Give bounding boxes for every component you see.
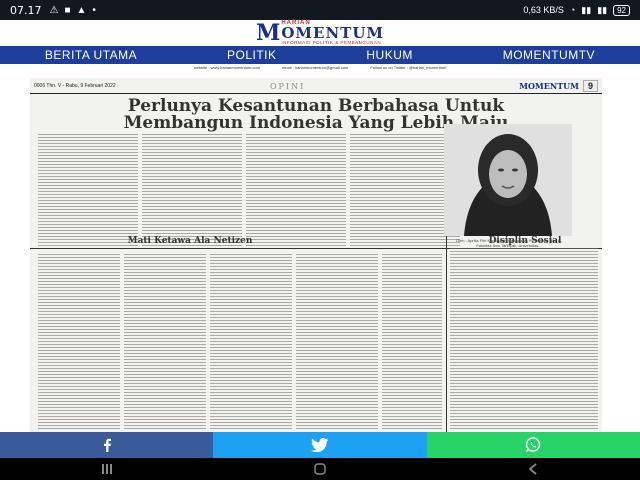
nav-hukum[interactable]: HUKUM xyxy=(366,48,413,62)
column-text xyxy=(382,254,442,430)
page-number: 9 xyxy=(582,79,598,92)
category-nav: BERITA UTAMA POLITIK HUKUM MOMENTUMTV xyxy=(0,46,640,64)
home-icon[interactable] xyxy=(313,462,327,476)
facebook-icon xyxy=(103,438,111,452)
column-title-right: Disiplin Sosial xyxy=(488,236,562,246)
contact-line: website : www.harianmomentum.com email :… xyxy=(193,65,447,70)
nav-momentumtv[interactable]: MOMENTUMTV xyxy=(503,48,595,62)
column-text xyxy=(38,254,120,430)
nav-politik[interactable]: POLITIK xyxy=(227,48,277,62)
column-text xyxy=(210,254,292,430)
nav-berita-utama[interactable]: BERITA UTAMA xyxy=(45,48,137,62)
column-text xyxy=(296,254,378,430)
notification-icon: ⚠ xyxy=(49,4,59,16)
article-text xyxy=(246,134,346,246)
section-label: OPINI xyxy=(270,82,306,91)
network-speed: 0,63 KB/S xyxy=(523,5,564,15)
notification-icon: • xyxy=(92,4,96,16)
author-photo xyxy=(444,124,572,236)
status-time: 07.17 xyxy=(10,3,42,17)
author-portrait-icon xyxy=(444,124,572,236)
twitter-icon xyxy=(310,438,329,452)
mini-logo: MOMENTUM xyxy=(519,80,579,91)
column-text xyxy=(450,248,598,430)
column-divider xyxy=(446,236,447,432)
article-text xyxy=(142,134,242,246)
whatsapp-share-button[interactable] xyxy=(426,432,640,458)
recents-icon[interactable] xyxy=(100,462,114,476)
signal-icon: ▮▮ xyxy=(597,4,608,15)
newspaper-page: 0006 Thn. V - Rabu, 9 Februari 2022 OPIN… xyxy=(30,78,602,432)
logo-name: OMENTUM xyxy=(281,24,385,43)
status-right: 0,63 KB/S ◔ ▮▮ ▮▮ 92 xyxy=(523,4,630,16)
article-text xyxy=(38,134,138,246)
status-bar: 07.17 ⚠ ■ ▲ • 0,63 KB/S ◔ ▮▮ ▮▮ 92 xyxy=(0,0,640,20)
back-icon[interactable] xyxy=(526,462,540,476)
issue-info: 0006 Thn. V - Rabu, 9 Februari 2022 xyxy=(34,82,116,89)
page-header: 0006 Thn. V - Rabu, 9 Februari 2022 OPIN… xyxy=(30,78,602,94)
facebook-share-button[interactable] xyxy=(0,432,214,458)
notification-icon: ■ xyxy=(64,4,71,16)
epaper-viewer[interactable]: website : www.harianmomentum.com email :… xyxy=(0,64,640,432)
notification-icons: ⚠ ■ ▲ • xyxy=(50,5,96,16)
momentum-logo[interactable]: M HARIAN OMENTUM INFORMASI POLITIK & PEM… xyxy=(256,20,384,46)
whatsapp-icon xyxy=(526,437,541,452)
wifi-icon: ◔ xyxy=(569,5,576,15)
notification-icon: ▲ xyxy=(76,4,87,16)
column-title-left: Mati Ketawa Ala Netizen xyxy=(127,236,253,246)
signal-icon: ▮▮ xyxy=(581,4,592,15)
battery-icon: 92 xyxy=(613,4,630,16)
logo-initial: M xyxy=(255,20,281,46)
column-text xyxy=(124,254,206,430)
share-bar xyxy=(0,432,640,458)
system-nav-bar xyxy=(0,458,640,480)
brand-header: M HARIAN OMENTUM INFORMASI POLITIK & PEM… xyxy=(0,20,640,46)
twitter-share-button[interactable] xyxy=(213,432,427,458)
